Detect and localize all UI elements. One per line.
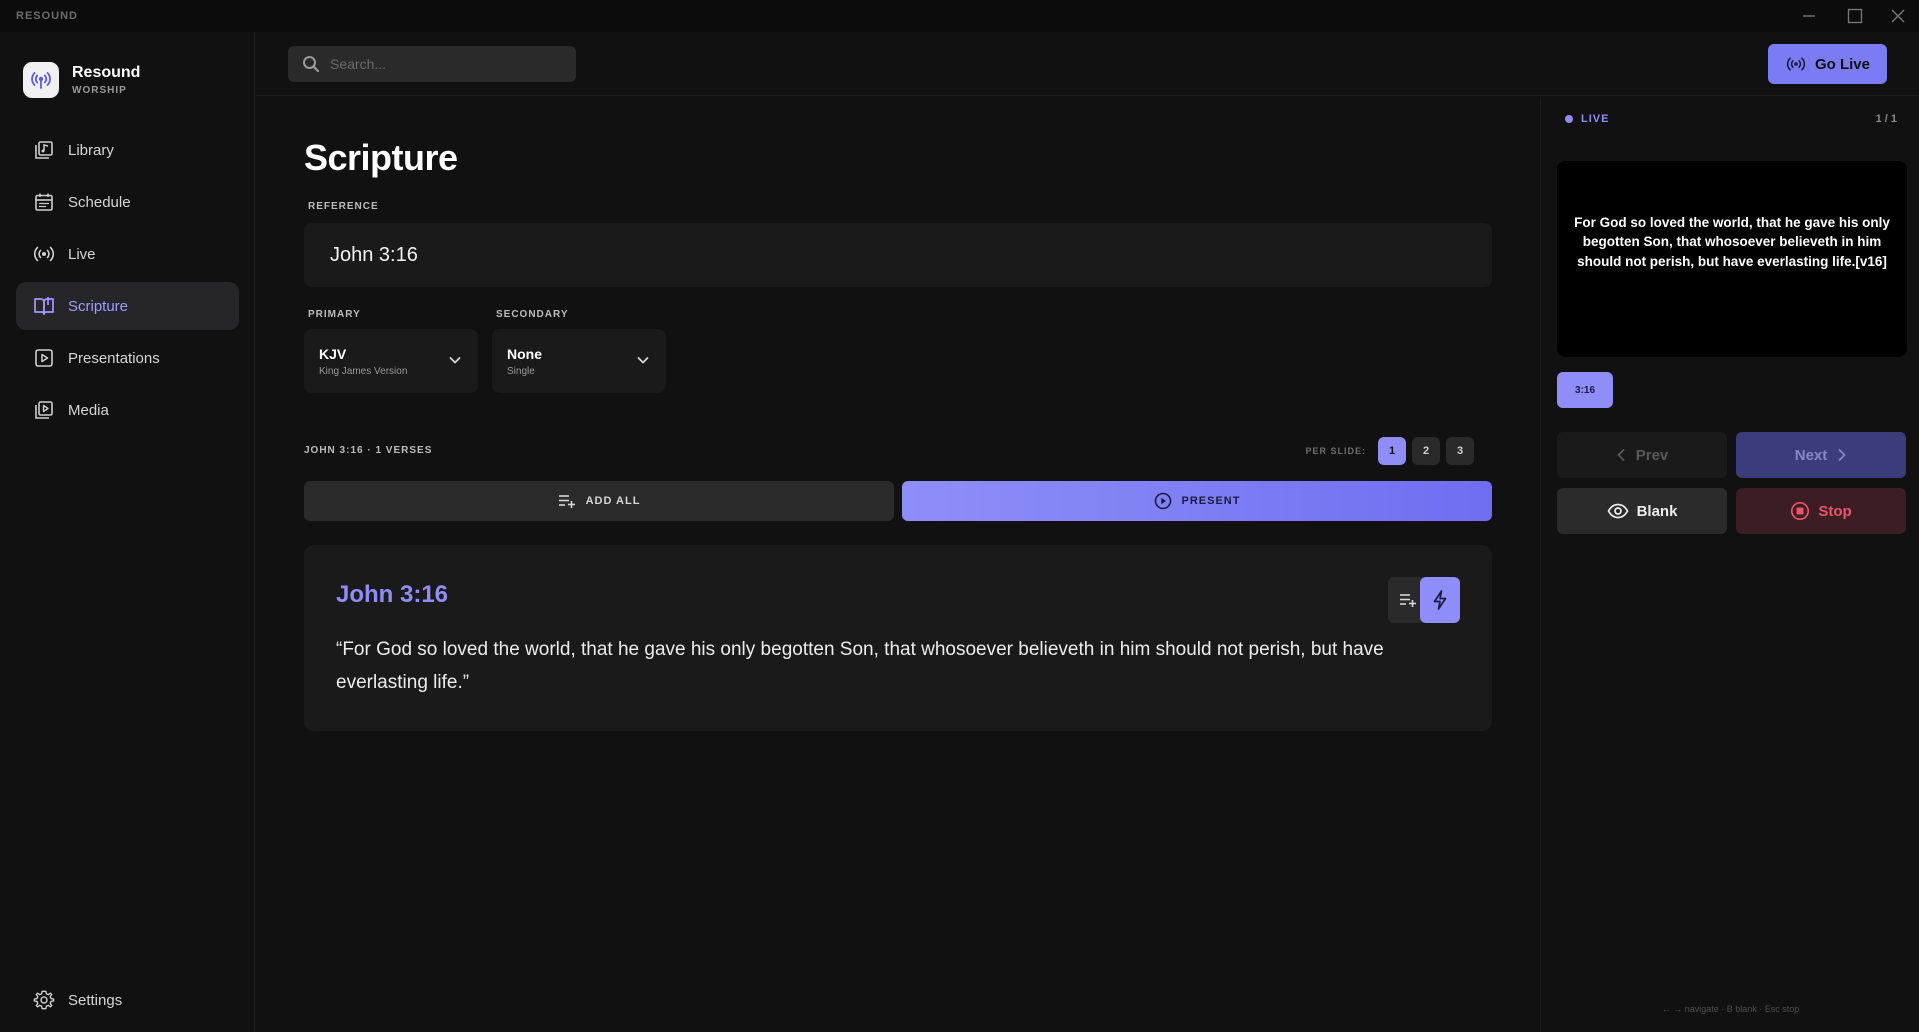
media-icon [33, 399, 55, 421]
close-button[interactable] [1880, 4, 1916, 28]
verse-reference: John 3:16 [336, 581, 449, 608]
playlist-add-icon [1399, 592, 1417, 608]
brand-logo [23, 62, 59, 98]
go-live-label: Go Live [1814, 55, 1870, 73]
window-title: RESOUND [16, 10, 79, 22]
minimize-icon [1803, 15, 1815, 17]
broadcast-logo-icon [31, 72, 51, 89]
scripture-main: Scripture REFERENCE PRIMARY KJV King Jam… [256, 97, 1539, 1032]
reference-input[interactable] [328, 242, 1428, 268]
sidebar-item-presentations[interactable]: Presentations [16, 334, 239, 382]
sidebar-item-label: Scripture [68, 297, 129, 315]
book-icon [33, 295, 55, 317]
primary-version-select[interactable]: KJV King James Version [304, 329, 478, 393]
sidebar-item-label: Library [68, 141, 114, 159]
chevron-down-icon [636, 353, 650, 372]
play-square-icon [33, 347, 55, 369]
lightning-icon [1432, 590, 1448, 610]
secondary-version-select[interactable]: None Single [492, 329, 666, 393]
close-icon [1891, 9, 1905, 23]
title-bar: RESOUND [0, 0, 1919, 32]
sidebar-item-live[interactable]: Live [16, 230, 239, 278]
prev-button[interactable]: Prev [1557, 432, 1727, 478]
present-button[interactable]: PRESENT [902, 481, 1492, 521]
chevron-left-icon [1616, 448, 1626, 462]
per-slide-label: PER SLIDE: [1305, 446, 1366, 456]
sidebar-item-label: Presentations [68, 349, 160, 367]
sidebar: Resound WORSHIP Library Schedule Live Sc… [0, 32, 255, 1032]
sidebar-item-schedule[interactable]: Schedule [16, 178, 239, 226]
eye-icon [1607, 503, 1629, 519]
maximize-icon [1847, 8, 1863, 24]
live-status-label: LIVE [1581, 113, 1610, 125]
add-all-button[interactable]: ADD ALL [304, 481, 894, 521]
settings-label: Settings [68, 991, 123, 1009]
verse-card: John 3:16 “For God so loved the world, t… [304, 545, 1492, 731]
sidebar-item-media[interactable]: Media [16, 386, 239, 434]
per-slide-option-3[interactable]: 3 [1446, 437, 1474, 465]
next-label: Next [1794, 446, 1828, 464]
live-preview: For God so loved the world, that he gave… [1557, 161, 1907, 357]
play-circle-icon [1154, 492, 1172, 510]
brand: Resound WORSHIP [23, 62, 140, 98]
preview-text: For God so loved the world, that he gave… [1574, 214, 1890, 269]
prev-label: Prev [1635, 446, 1669, 464]
primary-label: PRIMARY [308, 309, 361, 320]
minimize-button[interactable] [1791, 4, 1827, 28]
brand-subtitle: WORSHIP [72, 85, 127, 96]
search-icon [302, 55, 320, 73]
live-dot-icon [1565, 115, 1573, 123]
keyboard-hint: ← → navigate · B blank · Esc stop [1661, 1004, 1800, 1014]
playlist-add-icon [558, 493, 576, 509]
slide-thumbnail[interactable]: 3:16 [1557, 372, 1613, 408]
chevron-right-icon [1837, 448, 1847, 462]
present-label: PRESENT [1181, 495, 1241, 507]
top-bar: Go Live [256, 32, 1919, 96]
sidebar-item-library[interactable]: Library [16, 126, 239, 174]
broadcast-icon [1785, 55, 1807, 73]
add-all-label: ADD ALL [585, 495, 641, 507]
sidebar-nav: Library Schedule Live Scripture Presenta… [16, 126, 239, 438]
verse-count-label: JOHN 3:16 · 1 VERSES [304, 445, 433, 456]
page-title: Scripture [304, 137, 458, 178]
go-live-button[interactable]: Go Live [1768, 44, 1887, 84]
calendar-icon [33, 191, 55, 213]
gear-icon [33, 989, 55, 1011]
blank-label: Blank [1636, 502, 1678, 520]
chevron-down-icon [448, 353, 462, 372]
next-button[interactable]: Next [1736, 432, 1906, 478]
per-slide-option-2[interactable]: 2 [1412, 437, 1440, 465]
broadcast-icon [33, 243, 55, 265]
slide-counter: 1 / 1 [1875, 113, 1897, 125]
reference-field [304, 223, 1492, 287]
maximize-button[interactable] [1837, 4, 1873, 28]
sidebar-item-label: Media [68, 401, 109, 419]
live-panel: LIVE 1 / 1 For God so loved the world, t… [1540, 97, 1919, 1032]
sidebar-item-scripture[interactable]: Scripture [16, 282, 239, 330]
stop-button[interactable]: Stop [1736, 488, 1906, 534]
search-input[interactable] [328, 55, 558, 73]
per-slide-option-1[interactable]: 1 [1378, 437, 1406, 465]
secondary-label: SECONDARY [496, 309, 569, 320]
sidebar-item-label: Schedule [68, 193, 131, 211]
live-status: LIVE [1565, 113, 1609, 125]
per-slide-selector: PER SLIDE: 1 2 3 [1305, 437, 1474, 465]
sidebar-item-label: Live [68, 245, 96, 263]
stop-label: Stop [1818, 502, 1852, 520]
sidebar-item-settings[interactable]: Settings [16, 976, 239, 1024]
stop-circle-icon [1790, 501, 1810, 521]
library-icon [33, 139, 55, 161]
quick-present-button[interactable] [1420, 577, 1460, 623]
reference-label: REFERENCE [308, 201, 379, 212]
brand-name: Resound [72, 64, 141, 81]
verse-text: “For God so loved the world, that he gav… [336, 639, 1384, 693]
blank-button[interactable]: Blank [1557, 488, 1727, 534]
search-box [288, 46, 576, 82]
